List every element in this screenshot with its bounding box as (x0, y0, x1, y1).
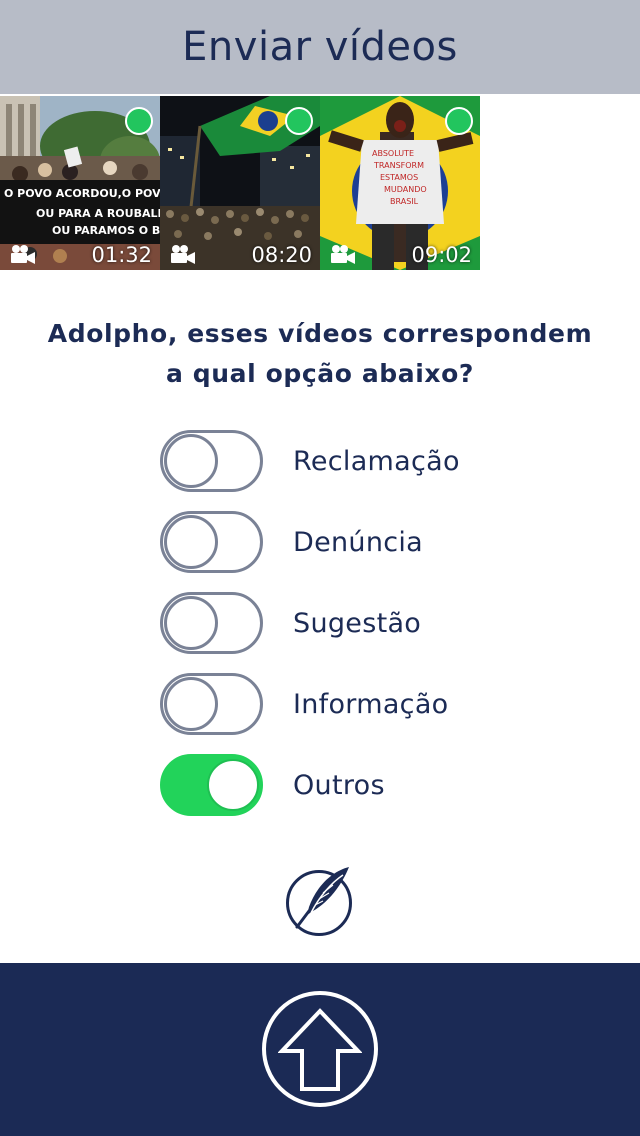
shirt-text: ABSOLUTE (372, 149, 414, 158)
video-duration: 08:20 (251, 243, 312, 267)
selected-dot-icon[interactable] (445, 107, 473, 135)
banner-text: OU PARA A ROUBALHEI (36, 207, 160, 220)
option-reclamacao[interactable]: Reclamação (160, 430, 560, 492)
video-camera-icon (331, 245, 355, 264)
video-camera-icon (171, 245, 195, 264)
feather-icon (295, 867, 349, 929)
option-denuncia[interactable]: Denúncia (160, 511, 560, 573)
shirt-text: ESTAMOS (380, 173, 418, 182)
selected-dot-icon[interactable] (125, 107, 153, 135)
video-thumbnails: O POVO ACORDOU,O POVO OU PARA A ROUBALHE… (0, 96, 480, 270)
toggle-knob (164, 515, 218, 569)
toggle-switch[interactable] (160, 754, 263, 816)
video-camera-icon (11, 245, 35, 264)
toggle-knob (164, 596, 218, 650)
video-thumbnail[interactable]: ABSOLUTE TRANSFORM ESTAMOS MUDANDO BRASI… (320, 96, 480, 270)
question-line-1: Adolpho, esses vídeos correspondem (47, 319, 593, 348)
question-line-2: a qual opção abaixo? (165, 359, 475, 388)
option-label: Reclamação (293, 445, 460, 477)
toggle-switch[interactable] (160, 592, 263, 654)
page-title: Enviar vídeos (182, 24, 458, 70)
banner-text: O POVO ACORDOU,O POVO (4, 187, 160, 200)
footer-bar (0, 963, 640, 1136)
option-informacao[interactable]: Informação (160, 673, 560, 735)
upload-button[interactable] (262, 991, 378, 1107)
shirt-text: BRASIL (390, 197, 419, 206)
header-bar: Enviar vídeos (0, 0, 640, 94)
selected-dot-icon[interactable] (285, 107, 313, 135)
video-duration: 01:32 (91, 243, 152, 267)
upload-arrow-icon (278, 1008, 362, 1091)
option-outros[interactable]: Outros (160, 754, 560, 816)
category-question: Adolpho, esses vídeos correspondem a qua… (0, 314, 640, 394)
shirt-text: MUDANDO (384, 185, 427, 194)
video-duration: 09:02 (411, 243, 472, 267)
video-thumbnail[interactable]: 08:20 (160, 96, 320, 270)
option-label: Denúncia (293, 526, 424, 558)
toggle-switch[interactable] (160, 430, 263, 492)
toggle-switch[interactable] (160, 673, 263, 735)
toggle-knob (207, 759, 259, 811)
toggle-switch[interactable] (160, 511, 263, 573)
add-description-button[interactable] (286, 867, 352, 936)
shirt-text: TRANSFORM (373, 161, 424, 170)
toggle-knob (164, 677, 218, 731)
toggle-knob (164, 434, 218, 488)
option-label: Outros (293, 769, 385, 801)
option-label: Informação (293, 688, 449, 720)
video-thumbnail[interactable]: O POVO ACORDOU,O POVO OU PARA A ROUBALHE… (0, 96, 160, 270)
banner-text: OU PARAMOS O BR (52, 224, 160, 237)
option-sugestao[interactable]: Sugestão (160, 592, 560, 654)
option-label: Sugestão (293, 607, 422, 639)
